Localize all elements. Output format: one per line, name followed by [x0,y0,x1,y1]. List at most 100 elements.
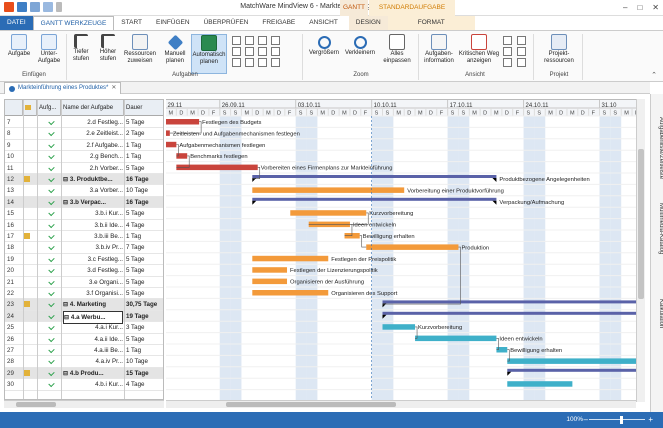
critical-path-button[interactable]: Kritischen Weg anzeigen [458,34,500,65]
duration-cell[interactable]: 19 Tage [124,311,163,322]
tab-format[interactable]: FORMAT [387,16,475,30]
task-check-icon[interactable] [48,358,55,365]
table-row[interactable]: 24 ⊟ 4.a Werbu... 19 Tage [5,310,163,324]
duration-cell[interactable]: 1 Tag [124,140,163,151]
table-row[interactable]: 29 ⊟ 4.b Produ... 15 Tage [5,367,163,380]
duration-cell[interactable]: 5 Tage [124,117,163,128]
deadline-icon[interactable] [271,47,280,56]
duration-cell[interactable]: 10 Tage [124,185,163,196]
table-row[interactable]: 30 4.b.i Kur... 4 Tage [5,379,163,391]
task-check-icon[interactable] [48,141,55,148]
duration-cell[interactable]: 3 Tage [124,322,163,333]
auto-schedule-button[interactable]: Automatisch planen [191,34,227,74]
table-row[interactable]: 8 2.e Zeitleist... 2 Tage [5,128,163,140]
duration-cell[interactable]: 16 Tage [124,174,163,185]
progress-50-icon[interactable] [245,47,254,56]
task-name-cell[interactable]: 3.b.iii Be... [63,231,123,242]
grid-scroll-thumb[interactable] [16,402,56,407]
table-row[interactable]: 25 4.a.i Kur... 3 Tage [5,322,163,334]
task-name-cell[interactable]: 3.e Organi... [63,277,123,288]
task-check-icon[interactable] [48,346,55,354]
duration-cell[interactable]: 5 Tage [124,334,163,345]
table-row[interactable]: 7 2.d Festleg... 5 Tage [5,117,163,129]
task-name-cell[interactable]: 2.f Aufgabe... [63,140,123,151]
table-row[interactable]: 17 3.b.iii Be... 1 Tag [5,231,163,243]
add-subtask-button[interactable]: Unter-Aufgabe [34,34,64,65]
table-row[interactable]: 16 3.b.ii Ide... 4 Tage [5,220,163,231]
tab-review[interactable]: ÜBERPRÜFEN [197,16,256,30]
task-name-cell[interactable]: 3.b.ii Ide... [63,220,123,231]
duration-cell[interactable]: 5 Tage [124,208,163,219]
table-row[interactable]: 22 3.f Organisi... 5 Tage [5,288,163,300]
promote-button[interactable]: Höher stufen [93,34,123,63]
collapse-ribbon-icon[interactable]: ⌃ [651,71,657,79]
duration-cell[interactable]: 16 Tage [124,197,163,208]
add-task-button[interactable]: Aufgabe [4,34,34,58]
task-check-icon[interactable] [48,130,55,137]
table-row[interactable]: 28 4.a.iv Pr... 10 Tage [5,356,163,368]
task-name-cell[interactable]: 3.b.i Kur... [63,208,123,219]
tab-share[interactable]: FREIGABE [255,16,302,30]
tab-design[interactable]: DESIGN [348,16,388,30]
table-row[interactable]: 26 4.a.ii Ide... 5 Tage [5,334,163,345]
link-tasks-icon[interactable] [232,36,241,45]
grid-horizontal-scrollbar[interactable] [4,400,164,408]
task-check-icon[interactable] [48,255,55,262]
progress-100-icon[interactable] [245,58,254,67]
task-check-icon[interactable] [48,381,55,388]
task-check-icon[interactable] [48,210,55,217]
progress-0-icon[interactable] [245,36,254,45]
table-row[interactable]: 10 2.g Bench... 1 Tag [5,151,163,163]
task-check-icon[interactable] [48,164,55,171]
task-check-icon[interactable] [48,267,55,274]
table-row[interactable]: 14 ⊟ 3.b Verpac... 16 Tage [5,196,163,209]
task-check-icon[interactable] [48,153,55,160]
show-labels-icon[interactable] [517,36,526,45]
duration-cell[interactable]: 5 Tage [124,265,163,276]
task-name-cell[interactable]: ⊟ 3.b Verpac... [63,197,123,208]
task-check-icon[interactable] [48,301,55,308]
task-name-cell[interactable]: 3.c Festleg... [63,254,123,265]
task-name-cell[interactable]: 4.a.iii Be... [63,345,123,356]
duration-cell[interactable]: 5 Tage [124,288,163,299]
side-tab-multimedia[interactable]: Multimedia-Katalog [651,194,663,264]
duration-cell[interactable]: 5 Tage [124,277,163,288]
task-check-icon[interactable] [48,335,55,342]
duration-cell[interactable]: 1 Tag [124,231,163,242]
task-name-cell[interactable]: 2.d Festleg... [63,117,123,128]
side-tab-calculation[interactable]: Kalkulation [651,284,663,344]
task-check-icon[interactable] [48,289,55,297]
header-duration[interactable]: Dauer [124,100,163,116]
duration-cell[interactable]: 10 Tage [124,356,163,367]
task-check-icon[interactable] [48,187,55,194]
project-resources-button[interactable]: Projekt-ressourcen [538,34,580,65]
table-row[interactable]: 21 3.e Organi... 5 Tage [5,277,163,288]
duration-cell[interactable]: 15 Tage [124,368,163,379]
duration-cell[interactable]: 5 Tage [124,163,163,174]
task-check-icon[interactable] [48,278,55,285]
table-row[interactable]: 15 3.b.i Kur... 5 Tage [5,208,163,220]
tab-gantt-tools[interactable]: GANTT WERKZEUGE [32,16,115,30]
show-progress-icon[interactable] [503,47,512,56]
inactivate-icon[interactable] [258,47,267,56]
text-style-icon[interactable] [517,58,526,67]
gantt-vertical-scrollbar[interactable] [636,99,645,402]
table-row[interactable]: 13 3.a Vorber... 10 Tage [5,185,163,197]
side-tab-task-list[interactable]: Aufgabenliste/Zeitleiste [651,108,663,188]
header-task-done[interactable]: Aufg... [37,100,61,116]
table-row[interactable]: 20 3.d Festleg... 5 Tage [5,265,163,277]
task-name-cell[interactable]: 3.d Festleg... [63,265,123,276]
task-name-cell[interactable]: 2.h Vorber... [63,163,123,174]
duration-cell[interactable]: 4 Tage [124,220,163,231]
close-button[interactable]: ✕ [652,3,659,12]
header-task-name[interactable]: Name der Aufgabe [61,100,124,116]
milestone-icon[interactable] [232,58,241,67]
task-name-cell[interactable]: ⊟ 4.b Produ... [63,368,123,379]
task-check-icon[interactable] [48,221,55,228]
manual-schedule-button[interactable]: Manuell planen [160,34,190,65]
task-check-icon[interactable] [48,369,55,376]
duration-cell[interactable]: 30,75 Tage [124,299,163,310]
demote-button[interactable]: Tiefer stufen [66,34,96,63]
table-row[interactable]: 23 ⊟ 4. Marketing 30,75 Tage [5,299,163,311]
close-tab-icon[interactable]: ✕ [111,83,116,94]
